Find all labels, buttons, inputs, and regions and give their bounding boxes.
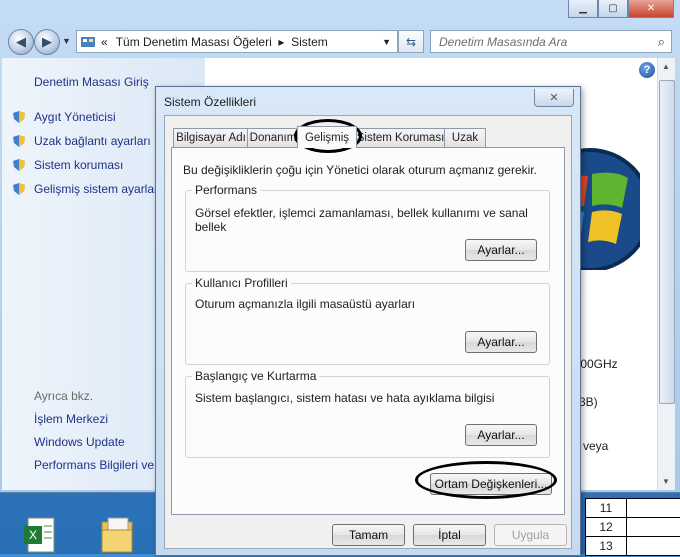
- breadcrumb: Tüm Denetim Masası Öğeleri ▸ Sistem: [115, 34, 328, 49]
- table-cell: 13: [585, 536, 627, 556]
- table-cell-empty: [626, 498, 680, 518]
- shield-icon: [12, 158, 26, 172]
- search-placeholder: Denetim Masasında Ara: [439, 34, 568, 49]
- startup-recovery-group-title: Başlangıç ve Kurtarma: [192, 369, 320, 383]
- startup-recovery-group: Başlangıç ve Kurtarma Sistem başlangıcı,…: [185, 369, 550, 458]
- environment-variables-button[interactable]: Ortam Değişkenleri...: [430, 473, 552, 495]
- sidebar-item-remote-settings[interactable]: Uzak bağlantı ayarları: [34, 134, 151, 148]
- sidebar-link-action-center[interactable]: İşlem Merkezi: [34, 412, 108, 426]
- dialog-title: Sistem Özellikleri: [164, 95, 257, 109]
- performance-description: Görsel efektler, işlemci zamanlaması, be…: [195, 206, 528, 234]
- address-bar[interactable]: « Tüm Denetim Masası Öğeleri ▸ Sistem ▼: [76, 30, 398, 53]
- refresh-button[interactable]: ⇆: [398, 30, 424, 53]
- back-button[interactable]: ◀: [8, 29, 34, 55]
- user-profiles-group-title: Kullanıcı Profilleri: [192, 276, 291, 290]
- shield-icon: [12, 182, 26, 196]
- forward-button[interactable]: ▶: [34, 29, 60, 55]
- cancel-button[interactable]: İptal: [413, 524, 486, 546]
- performance-group-title: Performans: [192, 183, 261, 197]
- performance-group: Performans Görsel efektler, işlemci zama…: [185, 183, 550, 272]
- table-cell-empty: [626, 536, 680, 556]
- shield-icon: [12, 110, 26, 124]
- search-input[interactable]: Denetim Masasında Ara ⌕: [430, 30, 672, 53]
- dialog-close-button[interactable]: ✕: [534, 89, 574, 107]
- table-cell: 12: [585, 517, 627, 537]
- advanced-tab-panel: Bu değişikliklerin çoğu için Yönetici ol…: [171, 147, 565, 515]
- ok-button[interactable]: Tamam: [332, 524, 405, 546]
- sidebar-item-system-protection[interactable]: Sistem koruması: [34, 158, 123, 172]
- tab-hardware[interactable]: Donanım: [247, 128, 299, 147]
- pen-touch-fragment: i veya: [577, 439, 609, 453]
- table-cell: 11: [585, 498, 627, 518]
- shield-icon: [12, 134, 26, 148]
- tab-advanced[interactable]: Gelişmiş: [297, 126, 357, 148]
- navigation-bar: ◀ ▶ ▼ « Tüm Denetim Masası Öğeleri ▸ Sis…: [0, 28, 680, 56]
- user-profiles-settings-button[interactable]: Ayarlar...: [465, 331, 537, 353]
- maximize-button[interactable]: ▢: [598, 0, 628, 18]
- user-profiles-description: Oturum açmanızla ilgili masaüstü ayarlar…: [195, 297, 416, 311]
- address-dropdown-icon[interactable]: ▼: [382, 37, 391, 47]
- see-also-heading: Ayrıca bkz.: [34, 389, 94, 403]
- apply-button: Uygula: [494, 524, 567, 546]
- sidebar-item-advanced-settings[interactable]: Gelişmiş sistem ayarları: [34, 182, 161, 196]
- svg-text:X: X: [29, 528, 37, 542]
- tab-remote[interactable]: Uzak: [444, 128, 486, 147]
- folder-icon[interactable]: [98, 514, 138, 554]
- scrollbar-thumb[interactable]: [659, 80, 675, 404]
- user-profiles-group: Kullanıcı Profilleri Oturum açmanızla il…: [185, 276, 550, 365]
- startup-recovery-description: Sistem başlangıcı, sistem hatası ve hata…: [195, 391, 495, 405]
- performance-settings-button[interactable]: Ayarlar...: [465, 239, 537, 261]
- control-panel-icon: [81, 36, 95, 48]
- close-button[interactable]: ✕: [628, 0, 674, 18]
- scroll-up-icon[interactable]: ▲: [662, 62, 670, 71]
- scroll-down-icon[interactable]: ▼: [662, 477, 670, 486]
- address-prefix: «: [101, 34, 108, 49]
- spreadsheet-file-icon[interactable]: X: [22, 514, 62, 554]
- system-properties-dialog: Sistem Özellikleri ✕ Bilgisayar Adı Dona…: [155, 86, 581, 556]
- tab-computer-name[interactable]: Bilgisayar Adı: [173, 128, 249, 147]
- recent-pages-dropdown[interactable]: ▼: [62, 36, 71, 46]
- help-icon[interactable]: ?: [639, 62, 655, 78]
- admin-note: Bu değişikliklerin çoğu için Yönetici ol…: [183, 163, 537, 177]
- window-controls: ▁ ▢ ✕: [568, 0, 674, 18]
- sidebar-link-windows-update[interactable]: Windows Update: [34, 435, 125, 449]
- vertical-scrollbar[interactable]: ▲ ▼: [657, 58, 675, 490]
- startup-recovery-settings-button[interactable]: Ayarlar...: [465, 424, 537, 446]
- tab-system-protection[interactable]: Sistem Koruması: [355, 128, 446, 147]
- sidebar-home-link[interactable]: Denetim Masası Giriş: [34, 75, 149, 89]
- table-cell-empty: [626, 517, 680, 537]
- minimize-button[interactable]: ▁: [568, 0, 598, 18]
- sidebar-link-performance-info[interactable]: Performans Bilgileri ve: [34, 458, 154, 472]
- sidebar-item-device-manager[interactable]: Aygıt Yöneticisi: [34, 110, 116, 124]
- memory-fragment: 3B): [579, 395, 598, 409]
- dialog-body: Bilgisayar Adı Donanım Gelişmiş Sistem K…: [164, 115, 572, 549]
- search-icon[interactable]: ⌕: [658, 34, 665, 50]
- processor-speed-fragment: .00GHz: [577, 357, 618, 371]
